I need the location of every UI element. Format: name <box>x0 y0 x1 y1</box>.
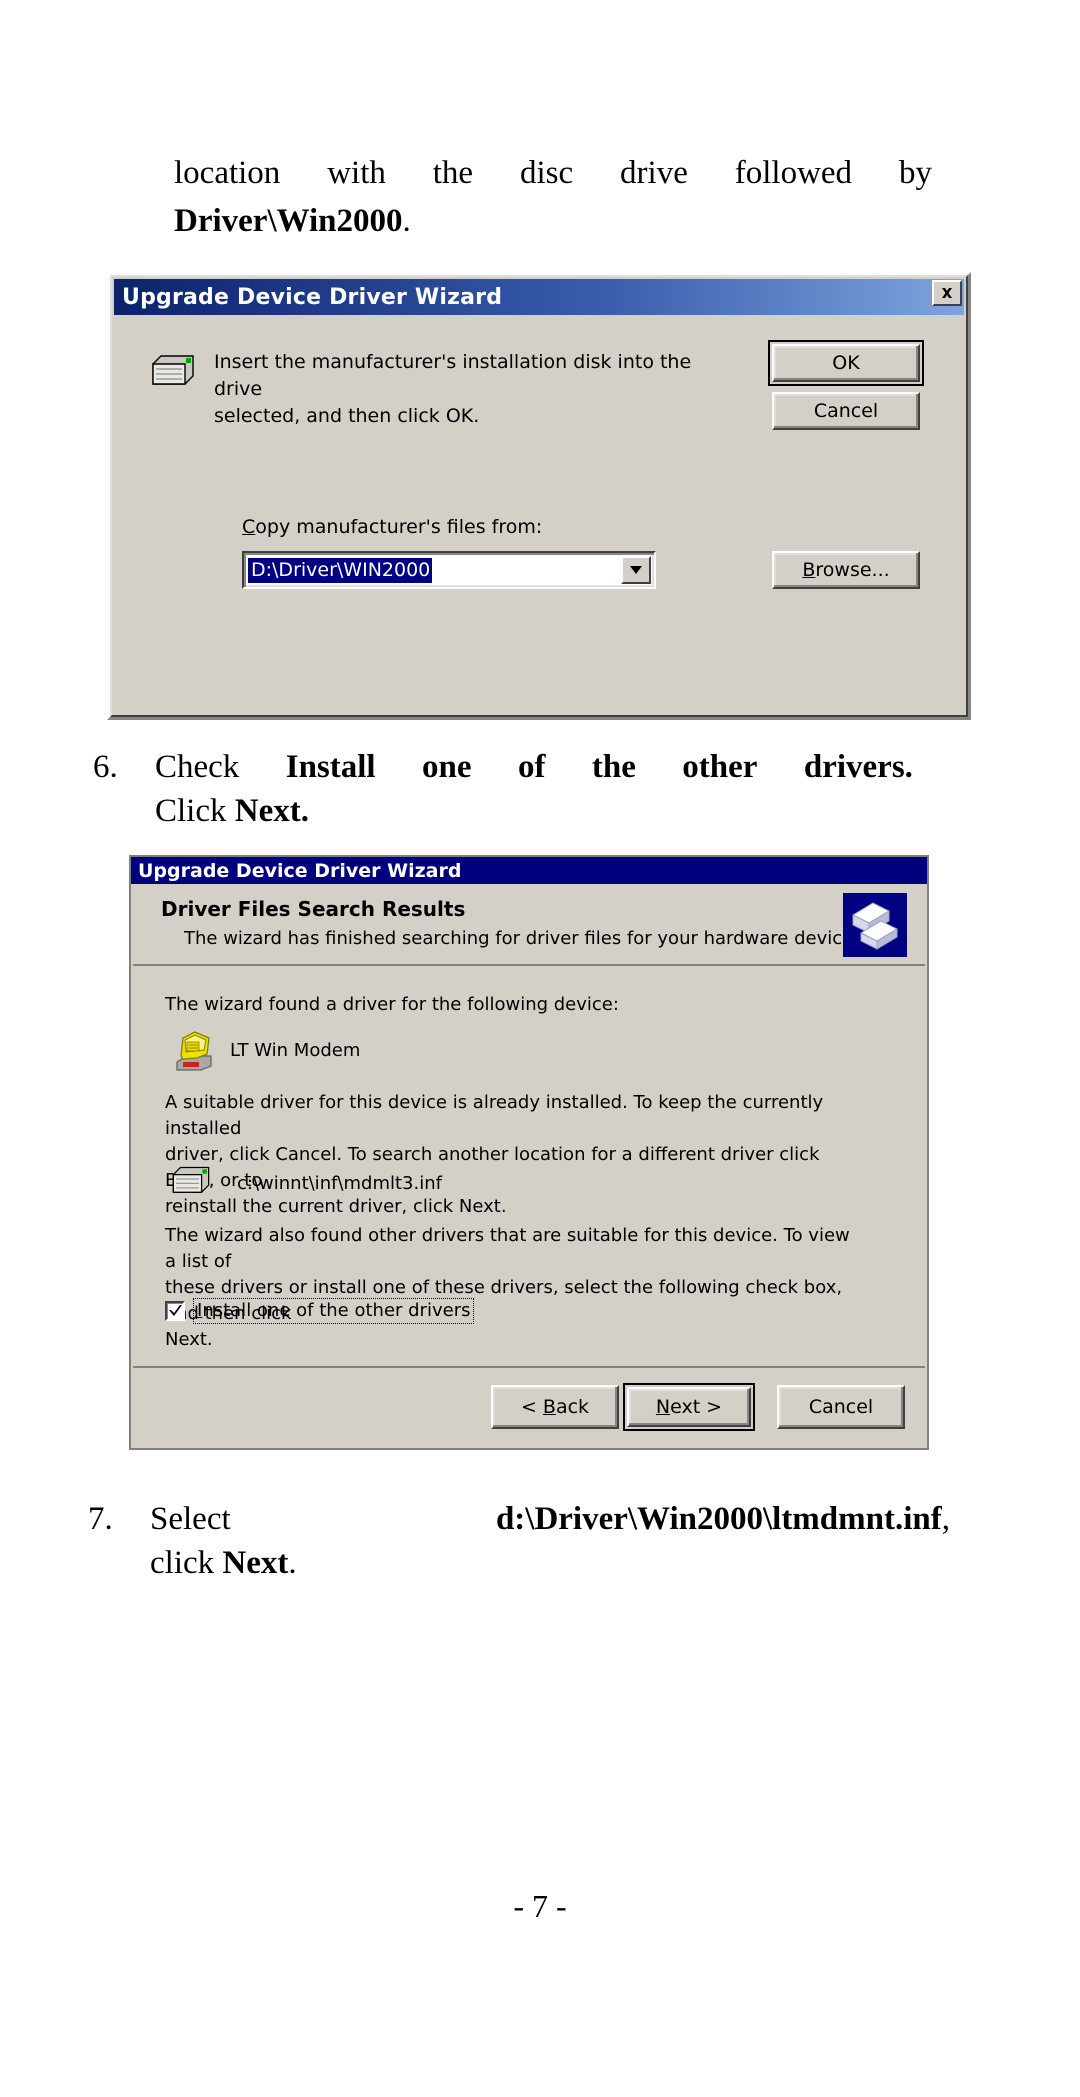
browse-accesskey: B <box>802 559 816 581</box>
paragraph2-line-1: The wizard also found other drivers that… <box>165 1225 850 1273</box>
driver-installed-paragraph: A suitable driver for this device is alr… <box>165 1090 855 1220</box>
dialog1-message: Insert the manufacturer's installation d… <box>214 349 714 430</box>
back-label-rest: ack <box>555 1396 590 1418</box>
upgrade-device-driver-wizard-dialog-2[interactable]: Upgrade Device Driver Wizard Driver File… <box>129 855 929 1450</box>
inf-path: c:\winnt\inf\mdmlt3.inf <box>237 1173 442 1194</box>
step-6-line-2: Click Next. <box>155 789 913 833</box>
next-button[interactable]: Next > <box>627 1387 751 1427</box>
copy-label-accesskey: C <box>242 516 256 538</box>
install-other-drivers-label: Install one of the other drivers <box>193 1298 475 1324</box>
step-7-number: 7. <box>88 1501 113 1537</box>
next-label-rest: ext > <box>670 1396 723 1418</box>
word-bold: Install <box>285 749 376 785</box>
word-bold: drivers. <box>803 749 913 785</box>
step-6-line2-prefix: Click <box>155 793 235 830</box>
page-number: - 7 - <box>513 1888 567 1924</box>
copy-files-from-label: Copy manufacturer's files from: <box>242 516 542 538</box>
step-7-inf-path: d:\Driver\Win2000\ltmdmnt.inf <box>495 1501 942 1537</box>
browse-label-rest: rowse... <box>815 559 890 581</box>
chevron-down-icon[interactable] <box>621 556 651 584</box>
cancel-button[interactable]: Cancel <box>772 392 920 430</box>
driver-path-bold: Driver\Win2000 <box>174 202 403 239</box>
dialog1-title: Upgrade Device Driver Wizard <box>122 284 503 310</box>
checkbox-label-rest: nstall one of the other drivers <box>202 1300 471 1321</box>
dialog2-footer: < Back Next > Cancel <box>133 1368 925 1446</box>
dialog2-cancel-button[interactable]: Cancel <box>777 1385 905 1429</box>
next-button-default-frame: Next > <box>623 1383 755 1431</box>
dialog2-header-subtitle: The wizard has finished searching for dr… <box>184 928 859 949</box>
paragraph2-line-3: Next. <box>165 1329 213 1351</box>
word: by <box>898 155 932 191</box>
word: Check <box>155 749 240 785</box>
word-bold: of <box>517 749 546 785</box>
source-path-combobox[interactable]: D:\Driver\WIN2000 <box>242 551 656 589</box>
ok-button-label: OK <box>832 352 860 374</box>
word-bold: the <box>591 749 636 785</box>
step-7-line2-prefix: click <box>150 1545 223 1582</box>
ok-button-default-frame: OK <box>768 340 924 386</box>
dialog1-message-line-1: Insert the manufacturer's installation d… <box>214 351 692 400</box>
word: drive <box>620 155 688 191</box>
floppy-drive-icon <box>151 352 195 390</box>
install-other-drivers-checkbox[interactable] <box>165 1301 185 1321</box>
dialog2-cancel-label: Cancel <box>808 1396 874 1418</box>
found-driver-label: The wizard found a driver for the follow… <box>165 994 619 1015</box>
step-6-body: Check Install one of the other drivers. … <box>155 745 913 833</box>
device-name: LT Win Modem <box>230 1040 361 1061</box>
copy-label-rest: opy manufacturer's files from: <box>255 516 543 538</box>
step-7-line-2: click Next. <box>150 1541 950 1585</box>
step-6: 6. Check Install one of the other driver… <box>93 745 973 833</box>
dialog1-body: Insert the manufacturer's installation d… <box>114 319 964 713</box>
paragraph-line-1: location with the disc drive followed by <box>174 152 932 196</box>
browse-button[interactable]: Browse... <box>772 551 920 589</box>
driver-chip-icon <box>843 893 907 957</box>
dialog1-titlebar[interactable]: Upgrade Device Driver Wizard <box>114 279 964 315</box>
dialog2-title: Upgrade Device Driver Wizard <box>138 859 462 882</box>
checkmark-icon <box>169 1305 182 1316</box>
source-path-value: D:\Driver\WIN2000 <box>248 557 433 583</box>
dialog2-titlebar[interactable]: Upgrade Device Driver Wizard <box>131 857 927 884</box>
step-7-line1-prefix: Select <box>150 1501 231 1537</box>
word: followed <box>734 155 853 191</box>
step-6-line2-bold: Next. <box>234 793 309 830</box>
dialog2-header: Driver Files Search Results The wizard h… <box>133 884 925 966</box>
paragraph-line-1: A suitable driver for this device is alr… <box>165 1092 824 1140</box>
next-accesskey: N <box>655 1396 671 1418</box>
dialog2-body: The wizard found a driver for the follow… <box>133 968 925 1368</box>
dialog1-message-line-2: selected, and then click OK. <box>214 404 480 427</box>
paragraph-continuation: location with the disc drive followed by… <box>174 152 932 243</box>
step-7-comma: , <box>941 1501 950 1537</box>
back-button[interactable]: < Back <box>491 1385 619 1429</box>
step-7-body: Select d:\Driver\Win2000\ltmdmnt.inf, cl… <box>150 1497 950 1585</box>
step-7-line-1: Select d:\Driver\Win2000\ltmdmnt.inf, <box>150 1497 950 1541</box>
other-drivers-paragraph: The wizard also found other drivers that… <box>165 1223 865 1353</box>
close-icon[interactable] <box>932 280 962 306</box>
back-prefix: < <box>520 1396 543 1418</box>
upgrade-device-driver-wizard-dialog-1[interactable]: Upgrade Device Driver Wizard Insert the … <box>107 272 971 720</box>
word-bold: one <box>422 749 472 785</box>
install-other-drivers-checkbox-row[interactable]: Install one of the other drivers <box>165 1298 475 1324</box>
step-6-line-1: Check Install one of the other drivers. <box>155 745 913 789</box>
word: with <box>327 155 386 191</box>
step-7-line2-bold: Next <box>222 1545 289 1582</box>
ok-button[interactable]: OK <box>772 344 920 382</box>
inf-file-icon <box>171 1164 211 1198</box>
step-7-line2-suffix: . <box>288 1545 297 1582</box>
step-6-number: 6. <box>93 749 118 785</box>
cancel-button-label: Cancel <box>813 400 879 422</box>
word: location <box>174 155 281 191</box>
word: the <box>432 155 474 191</box>
step-7: 7. Select d:\Driver\Win2000\ltmdmnt.inf,… <box>88 1497 988 1585</box>
modem-phone-icon <box>171 1026 217 1076</box>
period: . <box>402 202 411 239</box>
back-accesskey: B <box>542 1396 556 1418</box>
paragraph-line-3: reinstall the current driver, click Next… <box>165 1196 507 1218</box>
word: disc <box>519 155 574 191</box>
step-7-inf-path-wrap: d:\Driver\Win2000\ltmdmnt.inf, <box>496 1497 950 1541</box>
dialog2-header-title: Driver Files Search Results <box>161 897 466 921</box>
paragraph-line-2: Driver\Win2000. <box>174 200 932 244</box>
word-bold: other <box>682 749 758 785</box>
